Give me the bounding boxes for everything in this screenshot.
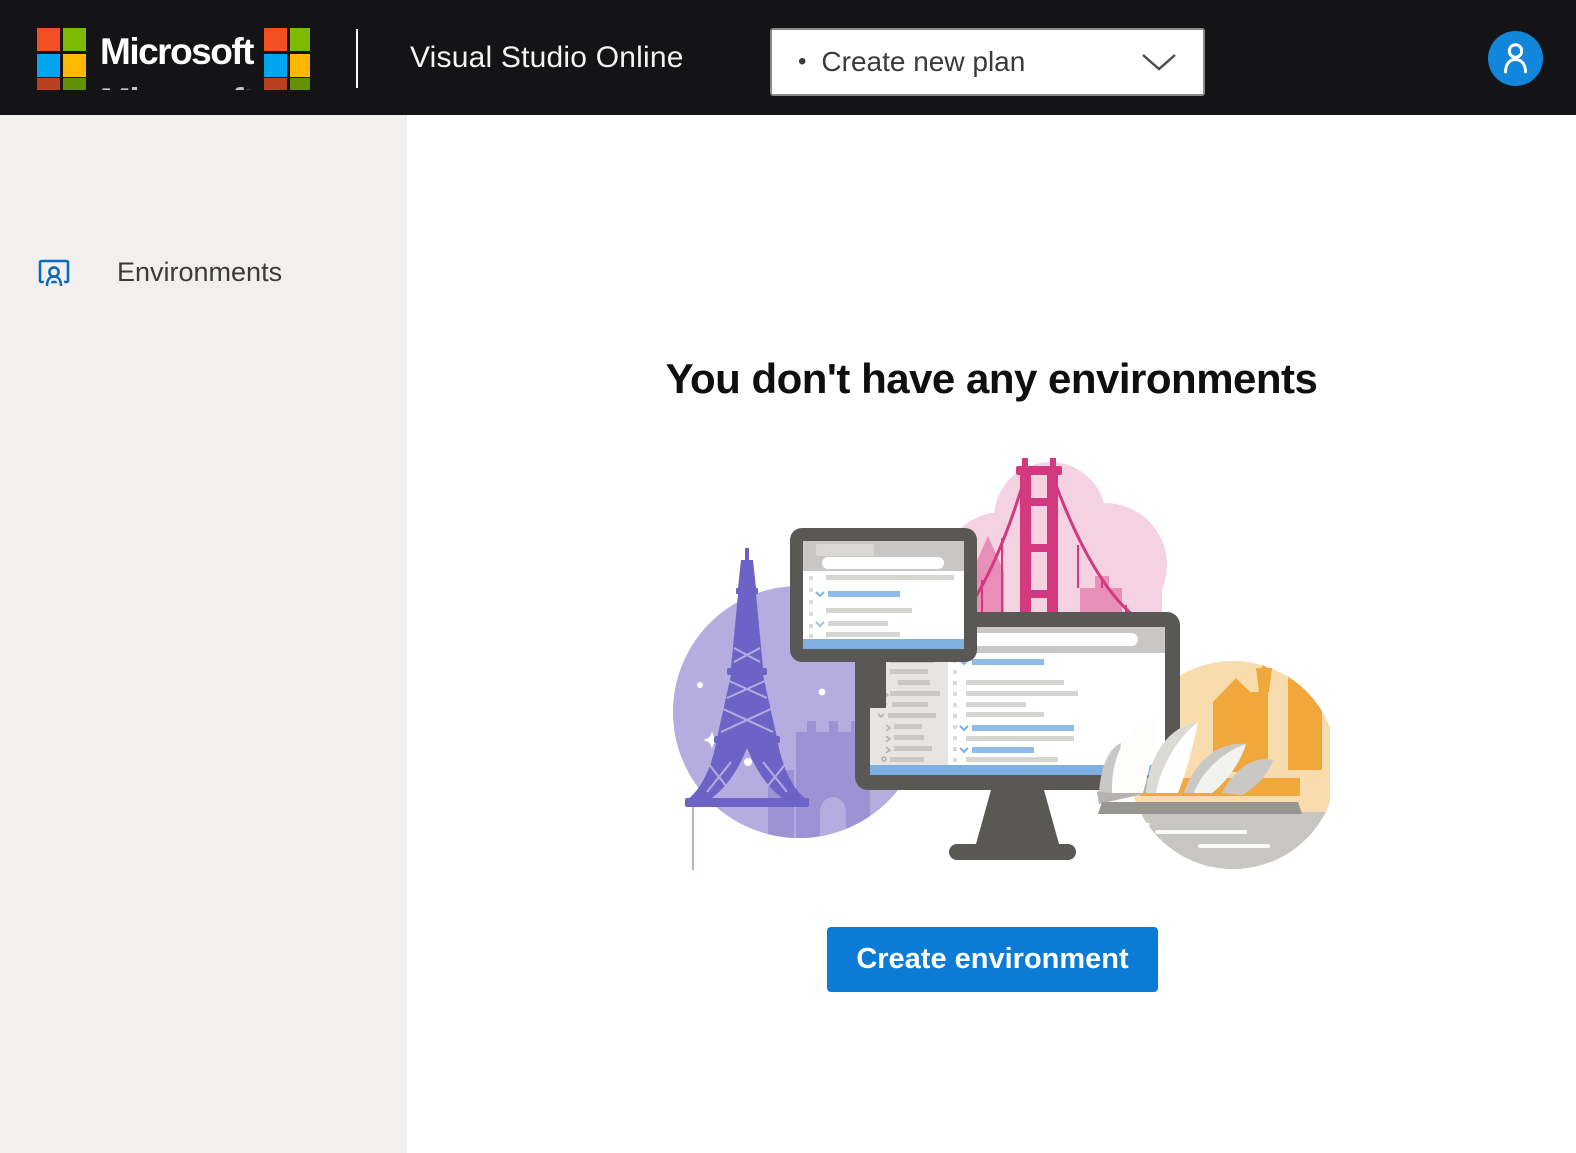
chevron-down-icon [1142, 53, 1176, 71]
microsoft-wordmark: Microsoft [100, 80, 255, 90]
empty-state-title: You don't have any environments [665, 355, 1318, 402]
microsoft-logo[interactable]: Microsoft Microsoft Microsoft Microsoft [37, 27, 310, 90]
microsoft-squares-icon [37, 27, 86, 77]
empty-state-illustration [650, 440, 1337, 978]
user-avatar-button[interactable] [1488, 31, 1543, 86]
create-environment-label: Create environment [856, 943, 1129, 975]
logo-square-green [290, 27, 310, 51]
microsoft-logo-tile: Microsoft [37, 27, 264, 77]
microsoft-logo-tile-repeat: Microsoft [264, 27, 310, 77]
logo-square-yellow [63, 53, 86, 77]
microsoft-logo-tile-clipped: Microsoft [37, 77, 264, 90]
logo-square-green [63, 27, 86, 51]
logo-square-red [37, 77, 60, 90]
microsoft-logo-tile-clipped: Microsoft [264, 77, 310, 90]
plan-selector-dropdown[interactable]: • Create new plan [770, 28, 1205, 96]
microsoft-wordmark: Microsoft [100, 31, 255, 72]
sidebar-item-label: Environments [117, 256, 283, 287]
plan-selector-value: Create new plan [821, 46, 1026, 77]
environments-person-frame-icon [38, 259, 70, 287]
logo-square-green [290, 77, 310, 90]
logo-square-yellow [290, 53, 310, 77]
plan-bullet: • [798, 48, 807, 75]
header-divider [356, 29, 358, 88]
button-ghost-label: Create environment [827, 927, 1158, 937]
create-environment-button[interactable]: Create environment Create environment [827, 927, 1158, 992]
small-monitor [790, 528, 977, 662]
world-landmarks-illustration [673, 458, 1337, 978]
person-icon [1504, 43, 1527, 74]
page-title: Visual Studio Online [410, 40, 684, 74]
topbar: Microsoft Microsoft Microsoft Microsoft … [0, 0, 1576, 115]
logo-square-red [264, 27, 287, 51]
microsoft-squares-icon [264, 27, 310, 77]
microsoft-squares-icon [264, 77, 310, 90]
logo-square-green [63, 77, 86, 90]
logo-square-blue [37, 53, 60, 77]
logo-square-red [264, 77, 287, 90]
logo-square-red [37, 27, 60, 51]
sidebar-item-environments[interactable]: Environments [0, 238, 407, 306]
sidebar: Environments [0, 115, 407, 1153]
logo-square-blue [264, 53, 287, 77]
microsoft-squares-icon [37, 77, 86, 90]
